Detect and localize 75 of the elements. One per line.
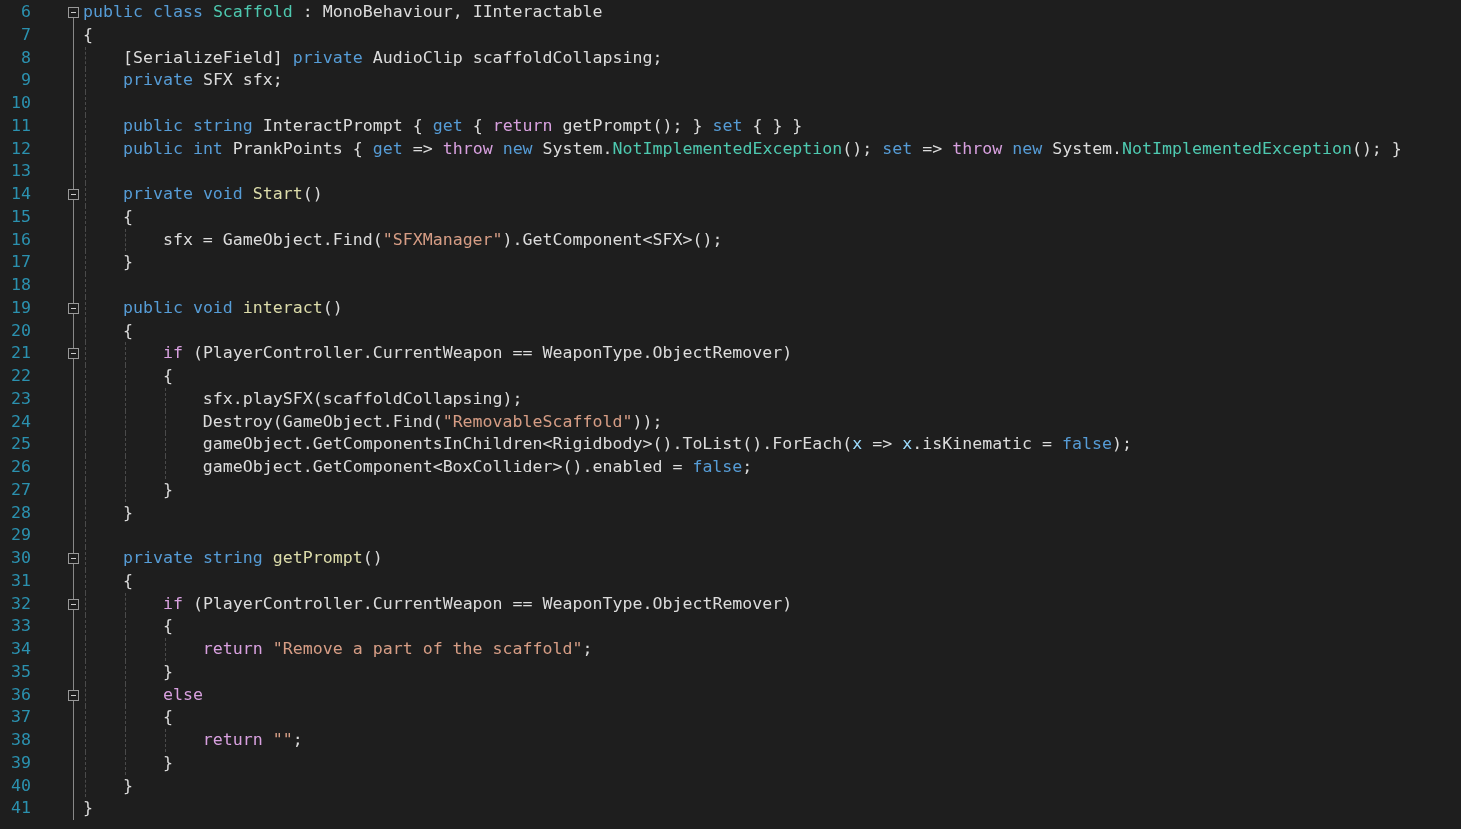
- line-number: 36: [10, 683, 31, 706]
- code-line: {: [83, 205, 133, 229]
- code-line: gameObject.GetComponentsInChildren<Rigidbody>().ToList().ForEach(x => x.isKinematic = false);: [83, 433, 1132, 456]
- code-line: return "";: [83, 729, 303, 752]
- code-line: Destroy(GameObject.Find("RemovableScaffold"));: [83, 410, 663, 434]
- code-line: }: [83, 797, 93, 820]
- line-number: 39: [10, 751, 31, 774]
- line-number: 29: [10, 524, 31, 547]
- line-number: 15: [10, 205, 31, 228]
- code-line: private SFX sfx;: [83, 69, 283, 92]
- line-number: 6: [20, 1, 31, 23]
- code-line: }: [83, 478, 173, 502]
- code-line: public int PrankPoints { get => throw new System.NotImplementedException(); set => throw new System.NotImplementedException(); }: [83, 137, 1402, 161]
- line-number: 35: [10, 660, 31, 683]
- line-number: 27: [10, 478, 31, 501]
- collapse-icon[interactable]: [68, 189, 79, 200]
- code-line: [SerializeField] private AudioClip scaffoldCollapsing;: [83, 46, 663, 70]
- line-number: 31: [10, 569, 31, 592]
- code-line: }: [83, 501, 133, 525]
- line-number: 19: [10, 296, 31, 319]
- code-line: return "Remove a part of the scaffold";: [83, 638, 593, 661]
- line-number: 12: [10, 137, 31, 160]
- line-number: 22: [10, 365, 31, 387]
- line-number: 38: [10, 729, 31, 751]
- line-number: 34: [10, 638, 31, 660]
- code-line: {: [83, 706, 173, 729]
- line-number: 14: [10, 183, 31, 205]
- code-line: if (PlayerController.CurrentWeapon == WeaponType.ObjectRemover): [83, 342, 793, 365]
- code-line: gameObject.GetComponent<BoxCollider>().enabled = false;: [83, 456, 753, 479]
- line-number: 8: [20, 46, 31, 69]
- line-number: 28: [10, 501, 31, 524]
- line-number: 17: [10, 251, 31, 274]
- line-number: 9: [20, 69, 31, 92]
- line-number: 32: [10, 592, 31, 615]
- code-line: public class Scaffold : MonoBehaviour, IInteractable: [83, 1, 603, 23]
- line-number: 26: [10, 456, 31, 478]
- collapse-icon[interactable]: [68, 598, 79, 610]
- line-number: 20: [10, 319, 31, 342]
- code-line: private void Start(): [83, 183, 323, 206]
- line-number: 40: [10, 774, 31, 797]
- code-line: public void interact(): [83, 296, 343, 320]
- line-number: 33: [10, 615, 31, 638]
- line-number: 21: [10, 342, 31, 365]
- collapse-icon[interactable]: [68, 7, 79, 18]
- line-number: 41: [10, 797, 31, 820]
- line-number: 7: [20, 23, 31, 46]
- code-line: sfx.playSFX(scaffoldCollapsing);: [83, 387, 523, 411]
- code-line: public string InteractPrompt { get { return getPrompt(); } set { } }: [83, 114, 803, 138]
- line-number: 30: [10, 547, 31, 569]
- code-line: }: [83, 251, 133, 274]
- line-number: 11: [10, 114, 31, 137]
- code-line: }: [83, 774, 133, 798]
- code-line: }: [83, 660, 173, 684]
- line-number: 37: [10, 706, 31, 729]
- collapse-icon[interactable]: [68, 553, 79, 564]
- line-number: 23: [10, 387, 31, 410]
- code-line: if (PlayerController.CurrentWeapon == WeaponType.ObjectRemover): [83, 592, 793, 616]
- code-line: else: [83, 683, 203, 707]
- code-line: {: [83, 23, 93, 46]
- line-number: 16: [10, 228, 31, 251]
- code-line: private string getPrompt(): [83, 547, 383, 570]
- line-number: 25: [10, 433, 31, 456]
- code-line: sfx = GameObject.Find("SFXManager").GetComponent<SFX>();: [83, 228, 723, 252]
- collapse-icon[interactable]: [68, 348, 79, 360]
- line-number: 18: [10, 274, 31, 296]
- code-line: }: [83, 751, 173, 775]
- collapse-icon[interactable]: [68, 302, 79, 314]
- line-number: 13: [10, 160, 31, 183]
- line-number: 24: [10, 410, 31, 433]
- collapse-icon[interactable]: [68, 689, 79, 701]
- code-line: {: [83, 365, 173, 388]
- code-line: {: [83, 615, 173, 638]
- code-line: {: [83, 319, 133, 343]
- code-line: {: [83, 569, 133, 593]
- line-number: 10: [10, 92, 31, 114]
